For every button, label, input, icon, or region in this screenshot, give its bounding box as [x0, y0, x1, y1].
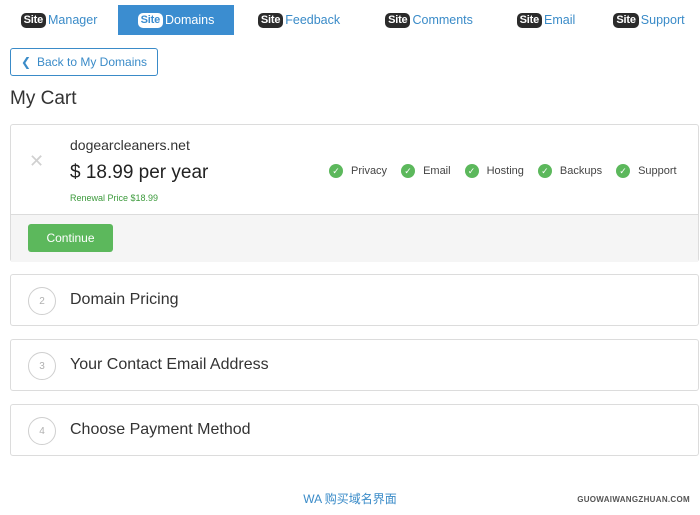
- page-title: My Cart: [10, 88, 77, 109]
- step-label: Choose Payment Method: [70, 421, 251, 438]
- site-badge-icon: Site: [20, 12, 47, 28]
- check-circle-icon: ✓: [464, 164, 479, 178]
- check-circle-icon: ✓: [329, 164, 343, 178]
- nav-tab-label: Email: [544, 13, 576, 27]
- nav-tab-comments[interactable]: Site Comments: [364, 5, 494, 35]
- feature-list: ✓ Privacy ✓ Email ✓ Hosting ✓ Backups ✓ Suppo…: [329, 164, 691, 178]
- check-circle-icon: ✓: [616, 164, 631, 178]
- step-number: 2: [28, 287, 56, 315]
- chevron-left-icon: ❮: [20, 55, 31, 69]
- nav-tab-label: Feedback: [285, 13, 341, 27]
- continue-button[interactable]: Continue: [28, 224, 113, 252]
- feature-hosting: ✓ Hosting: [464, 164, 538, 178]
- domain-price: $ 18.99 per year: [70, 162, 209, 183]
- check-circle-icon: ✓: [401, 164, 416, 178]
- step-payment-method[interactable]: 4 Choose Payment Method: [10, 404, 699, 456]
- nav-tab-feedback[interactable]: Site Feedback: [234, 5, 364, 35]
- nav-tab-label: Comments: [412, 13, 473, 27]
- site-badge-icon: Site: [613, 12, 639, 28]
- site-badge-icon: Site: [137, 12, 164, 28]
- renewal-price: Renewal Price $18.99: [70, 193, 159, 203]
- feature-privacy: ✓ Privacy: [329, 164, 401, 178]
- nav-tab-label: Domains: [165, 13, 215, 27]
- back-to-domains-button[interactable]: ❮ Back to My Domains: [10, 48, 158, 76]
- nav-tab-manager[interactable]: Site Manager: [0, 5, 118, 35]
- domain-name: dogearcleaners.net: [70, 137, 190, 153]
- feature-support: ✓ Support: [616, 164, 691, 178]
- site-badge-icon: Site: [516, 12, 543, 28]
- nav-tab-label: Manager: [48, 13, 98, 27]
- feature-backups: ✓ Backups: [537, 164, 616, 178]
- check-circle-icon: ✓: [537, 164, 552, 178]
- nav-tab-domains[interactable]: Site Domains: [118, 5, 234, 35]
- back-button-label: Back to My Domains: [37, 55, 148, 69]
- step-number: 4: [28, 417, 56, 445]
- nav-tab-label: Support: [640, 13, 685, 27]
- step-number: 3: [28, 352, 56, 380]
- step-label: Your Contact Email Address: [70, 356, 269, 373]
- step-contact-email[interactable]: 3 Your Contact Email Address: [10, 339, 699, 391]
- nav-tab-support[interactable]: Site Support: [598, 5, 700, 35]
- page: Site Manager Site Domains Site Feedback …: [0, 0, 700, 515]
- cart-item-footer: Continue: [11, 214, 698, 262]
- site-badge-icon: Site: [385, 12, 411, 28]
- watermark: GUOWAIWANGZHUAN.COM: [577, 495, 690, 504]
- cart-item-card: ✕ dogearcleaners.net $ 18.99 per year Re…: [10, 124, 699, 262]
- feature-email: ✓ Email: [401, 164, 465, 178]
- step-domain-pricing[interactable]: 2 Domain Pricing: [10, 274, 699, 326]
- step-label: Domain Pricing: [70, 291, 179, 308]
- remove-item-icon[interactable]: ✕: [29, 151, 44, 172]
- top-nav: Site Manager Site Domains Site Feedback …: [0, 5, 700, 35]
- site-badge-icon: Site: [257, 12, 284, 28]
- nav-tab-email[interactable]: Site Email: [494, 5, 598, 35]
